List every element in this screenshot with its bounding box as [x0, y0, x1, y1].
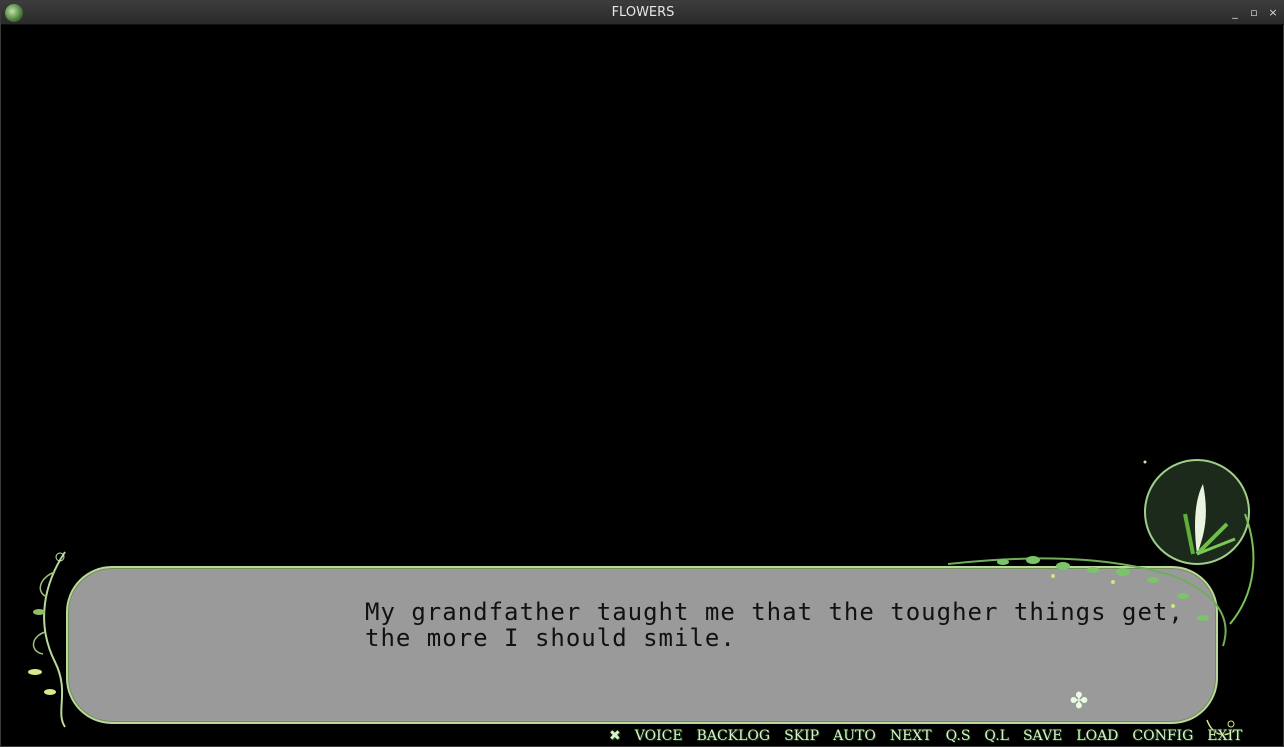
minimize-button[interactable]: _ — [1227, 5, 1243, 21]
window-title: FLOWERS — [611, 5, 675, 20]
save-button[interactable]: SAVE — [1023, 728, 1062, 744]
hide-window-button[interactable]: ✖ — [609, 728, 621, 744]
quick-save-button[interactable]: Q.S — [946, 728, 971, 744]
dialogue-text: My grandfather taught me that the toughe… — [365, 599, 1185, 651]
game-window: FLOWERS _ ▫ × My grandfather taught me t… — [0, 0, 1284, 747]
quick-load-button[interactable]: Q.L — [984, 728, 1009, 744]
load-button[interactable]: LOAD — [1076, 728, 1118, 744]
title-bar[interactable]: FLOWERS _ ▫ × — [1, 1, 1284, 25]
config-button[interactable]: CONFIG — [1132, 728, 1193, 744]
maximize-button[interactable]: ▫ — [1246, 5, 1262, 21]
quick-menu: ✖ VOICE BACKLOG SKIP AUTO NEXT Q.S Q.L S… — [609, 726, 1256, 746]
voice-button[interactable]: VOICE — [635, 728, 683, 744]
clover-wait-icon: ✤ — [1069, 689, 1089, 714]
backlog-button[interactable]: BACKLOG — [697, 728, 771, 744]
close-window-button[interactable]: × — [1265, 5, 1281, 21]
dialogue-line-2: the more I should smile. — [365, 624, 736, 652]
exit-button[interactable]: EXIT — [1207, 728, 1242, 744]
skip-button[interactable]: SKIP — [784, 728, 819, 744]
next-button[interactable]: NEXT — [890, 728, 932, 744]
game-viewport[interactable]: My grandfather taught me that the toughe… — [3, 26, 1283, 746]
auto-button[interactable]: AUTO — [833, 728, 876, 744]
dialogue-line-1: My grandfather taught me that the toughe… — [365, 598, 1184, 626]
